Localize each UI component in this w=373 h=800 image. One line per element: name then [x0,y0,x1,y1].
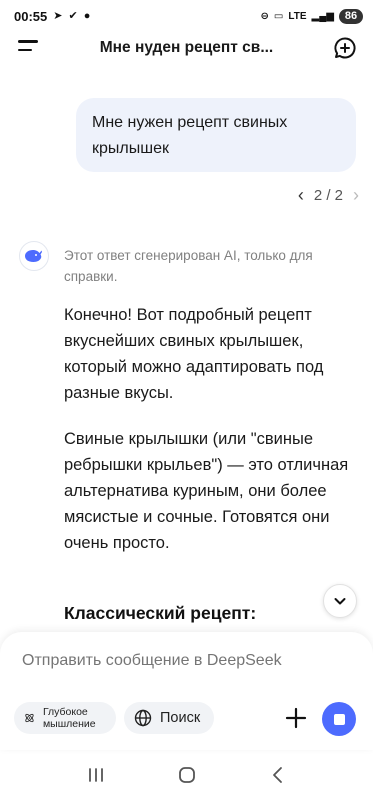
globe-icon [134,709,152,727]
scroll-down-button[interactable] [323,584,357,618]
dnd-icon: ⊖ [260,10,269,22]
chevron-down-icon [334,598,346,605]
home-icon[interactable] [177,765,197,785]
status-time: 00:55 [14,8,48,24]
search-label: Поиск [160,710,201,726]
battery-indicator: 86 [339,8,363,24]
menu-icon[interactable] [18,40,42,58]
ai-paragraph: Свиные крылышки (или "свиные ребрышки кр… [64,430,349,552]
system-nav-bar [0,750,373,800]
app-header: Мне нуден рецепт св... [0,32,373,66]
chat-title: Мне нуден рецепт св... [99,39,274,56]
search-button[interactable]: Поиск [124,702,214,734]
network-label: LTE [288,10,307,22]
plus-icon[interactable] [284,706,308,730]
message-composer: Глубокое мышление Поиск [0,632,373,750]
check-circle-icon: ✔ [68,9,78,22]
response-pager: ‹ 2 / 2 › [298,185,359,206]
ai-paragraph: Конечно! Вот подробный рецепт вкуснейших… [64,306,324,402]
user-message-bubble[interactable]: Мне нужен рецепт свиных крылышек [76,98,356,172]
telegram-icon: ➤ [53,9,63,22]
stop-icon [333,713,345,725]
new-chat-icon[interactable] [333,36,357,60]
stop-generation-button[interactable] [322,702,356,736]
atom-icon [25,713,34,723]
sleep-icon: ▭ [273,10,284,22]
signal-icon: ▂▄▆ [311,10,334,22]
message-input[interactable] [22,652,342,670]
deep-think-button[interactable]: Глубокое мышление [14,702,116,734]
ai-heading: Классический рецепт: [64,603,257,623]
next-response-button[interactable]: › [353,185,359,206]
back-icon[interactable] [268,766,288,784]
deep-think-label: Глубокое мышление [42,706,96,730]
status-bar: 00:55 ➤ ✔ ● ⊖ ▭ LTE ▂▄▆ 86 [0,0,373,32]
recent-apps-icon[interactable] [86,767,106,783]
previous-response-button[interactable]: ‹ [298,185,304,206]
notification-icon: ● [83,9,91,22]
pager-count: 2 / 2 [313,187,343,204]
ai-disclaimer: Этот ответ сгенерирован AI, только для с… [64,248,313,284]
deepseek-whale-icon [19,241,49,271]
